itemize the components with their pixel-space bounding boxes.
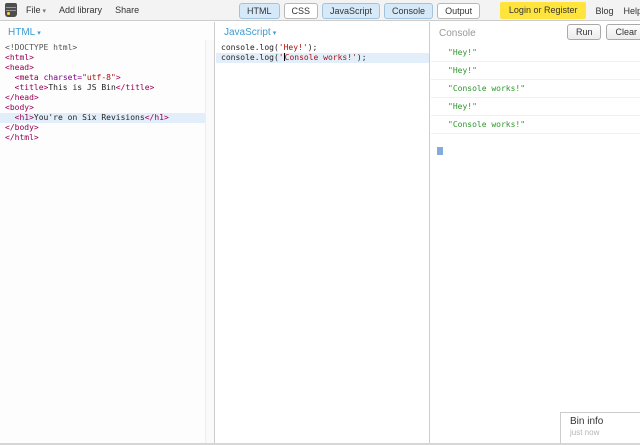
code-token: </title>: [115, 83, 155, 92]
code-line: </html>: [0, 133, 214, 143]
code-token: <html>: [5, 53, 34, 62]
javascript-panel-title: JavaScript: [224, 27, 271, 38]
code-line: </head>: [0, 93, 214, 103]
javascript-panel-menu[interactable]: JavaScript ▾: [224, 27, 276, 38]
code-token: Console works!': [284, 53, 357, 62]
console-buttons: Run Clear: [562, 24, 640, 40]
bin-info-panel[interactable]: Bin info just now: [560, 412, 640, 443]
code-token: <meta: [14, 73, 39, 82]
add-library-label: Add library: [59, 5, 103, 15]
javascript-panel-header: JavaScript ▾: [216, 22, 429, 40]
help-link[interactable]: Help: [623, 6, 640, 16]
file-menu[interactable]: File ▾: [26, 5, 46, 15]
javascript-code-editor[interactable]: console.log('Hey!'); console.log('Console…: [216, 40, 429, 63]
console-input[interactable]: [431, 134, 640, 160]
html-panel: HTML ▾ <!DOCTYPE html> <html> <head> <meta …: [0, 22, 215, 445]
code-token: "utf-8": [82, 73, 116, 82]
chevron-down-icon: ▾: [272, 30, 277, 37]
console-entry: "Hey!": [431, 62, 640, 80]
html-panel-title: HTML: [8, 27, 36, 38]
code-line: <title>This is JS Bin</title>: [0, 83, 214, 93]
bin-info-timestamp: just now: [570, 428, 600, 437]
panel-toggle-javascript[interactable]: JavaScript: [322, 3, 381, 19]
panel-toggle-css[interactable]: CSS: [283, 3, 319, 19]
code-line: <meta charset="utf-8">: [0, 73, 214, 83]
html-code-editor[interactable]: <!DOCTYPE html> <html> <head> <meta charse…: [0, 40, 214, 143]
code-token: </body>: [5, 123, 39, 132]
console-panel-title: Console: [439, 28, 476, 39]
jsbin-app: File ▾ Add library Share HTML CSS JavaScrip…: [0, 0, 640, 445]
code-token: This is JS Bin: [48, 83, 116, 92]
top-toolbar: File ▾ Add library Share HTML CSS JavaScrip…: [0, 0, 640, 21]
chevron-down-icon: ▾: [37, 30, 41, 37]
code-line: <h1>You're on Six Revisions</h1>: [0, 113, 214, 123]
code-token: console.log(: [221, 43, 279, 52]
code-token: You're on Six Revisions: [33, 113, 145, 122]
share-label: Share: [115, 5, 140, 15]
code-token: console.log(: [221, 53, 279, 62]
code-token: <!DOCTYPE html>: [5, 43, 78, 52]
console-entry: "Console works!": [431, 80, 640, 98]
run-button[interactable]: Run: [566, 24, 602, 40]
code-line: <body>: [0, 103, 214, 113]
clear-button[interactable]: Clear: [606, 24, 640, 40]
main-area: HTML ▾ <!DOCTYPE html> <html> <head> <meta …: [0, 22, 640, 445]
jsbin-logo-icon[interactable]: [5, 3, 17, 17]
code-token: </html>: [5, 133, 39, 142]
code-token: charset=: [43, 73, 83, 82]
code-line: <head>: [0, 63, 214, 73]
panel-toggle-group: HTML CSS JavaScript Console Output: [239, 3, 484, 19]
html-panel-menu[interactable]: HTML ▾: [8, 27, 41, 38]
login-register-button[interactable]: Login or Register: [499, 2, 587, 19]
code-line: <html>: [0, 53, 214, 63]
html-panel-header: HTML ▾: [0, 22, 214, 40]
toolbar-right: Login or Register Blog Help: [499, 0, 640, 21]
bin-info-title: Bin info: [570, 416, 604, 427]
code-token: </head>: [5, 93, 39, 102]
share-menu[interactable]: Share: [115, 5, 139, 15]
code-line: console.log('Hey!');: [216, 43, 429, 53]
panel-toggle-console[interactable]: Console: [384, 3, 434, 19]
console-entry: "Console works!": [431, 116, 640, 134]
code-token: <h1>: [14, 113, 34, 122]
code-line: </body>: [0, 123, 214, 133]
panel-toggle-html[interactable]: HTML: [239, 3, 280, 19]
code-token: <title>: [14, 83, 49, 92]
console-panel-header: Console Run Clear: [431, 22, 640, 42]
panel-toggle-output[interactable]: Output: [437, 3, 481, 19]
add-library-menu[interactable]: Add library: [59, 5, 102, 15]
code-token: <body>: [5, 103, 34, 112]
console-caret: [437, 147, 443, 155]
chevron-down-icon: ▾: [42, 8, 47, 15]
code-token: >: [115, 73, 121, 82]
console-panel: Console Run Clear "Hey!" "Hey!" "Console w…: [431, 22, 640, 445]
console-output-list: "Hey!" "Hey!" "Console works!" "Hey!" "Conso…: [431, 44, 640, 134]
code-line: <!DOCTYPE html>: [0, 43, 214, 53]
code-token: </h1>: [144, 113, 169, 122]
console-entry: "Hey!": [431, 44, 640, 62]
code-token: 'Hey!': [278, 43, 308, 52]
console-entry: "Hey!": [431, 98, 640, 116]
blog-link[interactable]: Blog: [595, 6, 613, 16]
code-token: );: [307, 43, 318, 52]
javascript-panel: JavaScript ▾ console.log('Hey!'); console.…: [216, 22, 430, 445]
code-token: <head>: [5, 63, 34, 72]
code-line: console.log('Console works!');: [216, 53, 429, 63]
code-token: );: [356, 53, 367, 62]
html-editor-scrollbar[interactable]: [205, 40, 214, 445]
file-menu-label: File: [26, 5, 41, 15]
